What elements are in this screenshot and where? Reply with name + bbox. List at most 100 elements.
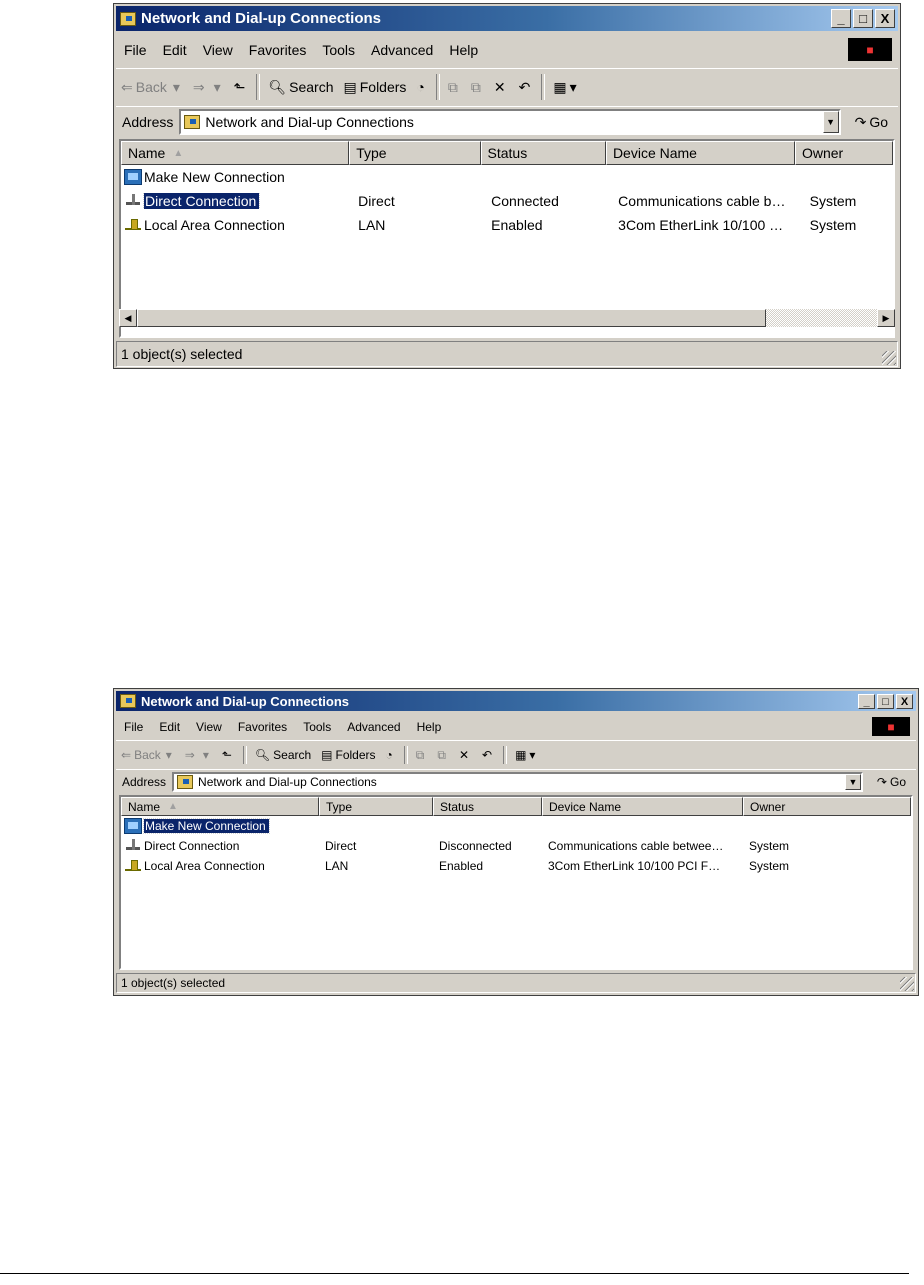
undo-button[interactable]: ↶ <box>477 748 500 762</box>
menu-view[interactable]: View <box>188 720 230 734</box>
lan-icon <box>124 217 142 233</box>
address-label: Address <box>122 775 167 789</box>
move-to-button[interactable]: ⧉ <box>443 79 466 96</box>
column-header-name[interactable]: Name ▲ <box>121 797 319 816</box>
new-connection-icon <box>124 169 142 185</box>
scroll-track[interactable] <box>137 309 877 327</box>
toolbar-separator <box>256 74 261 100</box>
type-cell: LAN <box>358 217 386 233</box>
up-folder-button[interactable]: ⬑ <box>217 748 240 762</box>
toolbar: ⇐ Back ▾ ⇒ ▾ ⬑ 🔍︎ Search ▤ Folders ◔ ⧉ ⧉ ✕ ↶ … <box>116 740 916 769</box>
history-icon: ◔ <box>416 79 425 95</box>
column-header-owner[interactable]: Owner <box>794 141 893 165</box>
move-to-button[interactable]: ⧉ <box>411 748 433 763</box>
folders-button[interactable]: ▤ Folders <box>316 748 380 762</box>
menu-help[interactable]: Help <box>409 720 450 734</box>
views-icon: ▦ <box>553 78 567 95</box>
forward-button[interactable]: ⇒ ▾ <box>180 748 217 762</box>
views-button[interactable]: ▦ ▾ <box>548 79 584 96</box>
scroll-left-icon[interactable]: ◀ <box>119 309 137 327</box>
toolbar-separator <box>242 746 247 764</box>
list-item[interactable]: Make New Connection <box>121 165 893 189</box>
horizontal-scrollbar[interactable]: ◀ ▶ <box>119 309 895 327</box>
menu-file[interactable]: File <box>116 720 151 734</box>
column-header-status[interactable]: Status <box>433 797 542 816</box>
column-header-owner[interactable]: Owner <box>743 797 911 816</box>
undo-icon: ↶ <box>518 78 531 95</box>
views-button[interactable]: ▦ ▾ <box>510 748 543 762</box>
column-header-device-name[interactable]: Device Name <box>542 797 743 816</box>
move-to-icon: ⧉ <box>415 747 425 762</box>
list-item[interactable]: Make New Connection <box>121 816 911 836</box>
forward-button[interactable]: ⇒ ▾ <box>188 79 229 96</box>
menu-favorites[interactable]: Favorites <box>241 42 315 58</box>
menu-file[interactable]: File <box>116 42 155 58</box>
address-dropdown-icon[interactable]: ▼ <box>844 774 861 790</box>
go-button[interactable]: ↷ Go <box>863 775 916 789</box>
minimize-button[interactable]: _ <box>831 9 851 28</box>
direct-cable-icon <box>124 838 142 854</box>
delete-button[interactable]: ✕ <box>454 748 477 762</box>
column-header-device-name[interactable]: Device Name <box>605 141 795 165</box>
menu-advanced[interactable]: Advanced <box>363 42 441 58</box>
go-button[interactable]: ↷ Go <box>841 114 898 131</box>
address-input[interactable]: Network and Dial-up Connections ▼ <box>172 772 863 792</box>
back-arrow-icon: ⇐ <box>121 78 133 95</box>
lan-icon <box>124 858 142 874</box>
column-header-name[interactable]: Name ▲ <box>121 141 350 165</box>
list-item[interactable]: Direct Connection Direct Connected Commu… <box>121 189 893 213</box>
back-dropdown-icon: ▾ <box>172 78 180 95</box>
scroll-right-icon[interactable]: ▶ <box>877 309 895 327</box>
name-cell: Make New Connection <box>121 169 354 185</box>
history-button[interactable]: ◔ <box>411 79 432 95</box>
minimize-button[interactable]: _ <box>858 694 875 709</box>
copy-to-button[interactable]: ⧉ <box>466 79 489 96</box>
delete-button[interactable]: ✕ <box>489 79 514 96</box>
forward-arrow-icon: ⇒ <box>184 748 195 762</box>
menu-favorites[interactable]: Favorites <box>230 720 295 734</box>
column-header-label: Name <box>128 799 161 814</box>
menu-tools[interactable]: Tools <box>314 42 363 58</box>
column-header-type[interactable]: Type <box>319 797 433 816</box>
column-header-type[interactable]: Type <box>349 141 481 165</box>
title-bar[interactable]: Network and Dial-up Connections _ □ X <box>116 691 916 711</box>
address-dropdown-icon[interactable]: ▼ <box>822 111 839 133</box>
list-item[interactable]: Local Area Connection LAN Enabled 3Com E… <box>121 856 911 876</box>
close-button[interactable]: X <box>896 694 913 709</box>
menu-tools[interactable]: Tools <box>295 720 339 734</box>
undo-button[interactable]: ↶ <box>514 79 539 96</box>
connections-list[interactable]: Name ▲ Type Status Device Name Owner Make… <box>119 795 913 970</box>
scroll-thumb[interactable] <box>137 309 766 327</box>
status-cell: Enabled <box>439 859 484 873</box>
column-header-status[interactable]: Status <box>480 141 606 165</box>
back-button[interactable]: ⇐ Back ▾ <box>116 748 180 762</box>
up-folder-button[interactable]: ⬑ <box>229 79 254 96</box>
menu-advanced[interactable]: Advanced <box>339 720 408 734</box>
status-bar: 1 object(s) selected <box>116 341 898 367</box>
back-button[interactable]: ⇐ Back ▾ <box>116 79 188 96</box>
menu-edit[interactable]: Edit <box>151 720 188 734</box>
toolbar-separator <box>503 746 508 764</box>
menu-help[interactable]: Help <box>441 42 486 58</box>
list-item[interactable]: Direct Connection Direct Disconnected Co… <box>121 836 911 856</box>
search-button[interactable]: 🔍︎ Search <box>263 79 338 96</box>
list-item[interactable]: Local Area Connection LAN Enabled 3Com E… <box>121 213 893 237</box>
resize-grip-icon[interactable] <box>882 351 896 365</box>
search-label: Search <box>289 79 334 95</box>
history-button[interactable]: ◔ <box>381 748 401 762</box>
folders-button[interactable]: ▤ Folders <box>339 79 412 96</box>
menu-view[interactable]: View <box>195 42 241 58</box>
status-cell: Connected <box>491 193 559 209</box>
views-icon: ▦ <box>515 748 527 762</box>
close-button[interactable]: X <box>875 9 895 28</box>
address-input[interactable]: Network and Dial-up Connections ▼ <box>179 109 841 135</box>
maximize-button[interactable]: □ <box>877 694 894 709</box>
resize-grip-icon[interactable] <box>900 977 914 991</box>
search-button[interactable]: 🔍︎ Search <box>250 748 316 762</box>
copy-to-button[interactable]: ⧉ <box>432 748 454 763</box>
toolbar: ⇐ Back ▾ ⇒ ▾ ⬑ 🔍︎ Search ▤ Folders ◔ ⧉ ⧉ ✕ ↶ … <box>116 68 898 105</box>
title-bar[interactable]: Network and Dial-up Connections _ □ X <box>116 6 898 31</box>
maximize-button[interactable]: □ <box>853 9 873 28</box>
type-cell: Direct <box>325 839 357 853</box>
menu-edit[interactable]: Edit <box>155 42 195 58</box>
